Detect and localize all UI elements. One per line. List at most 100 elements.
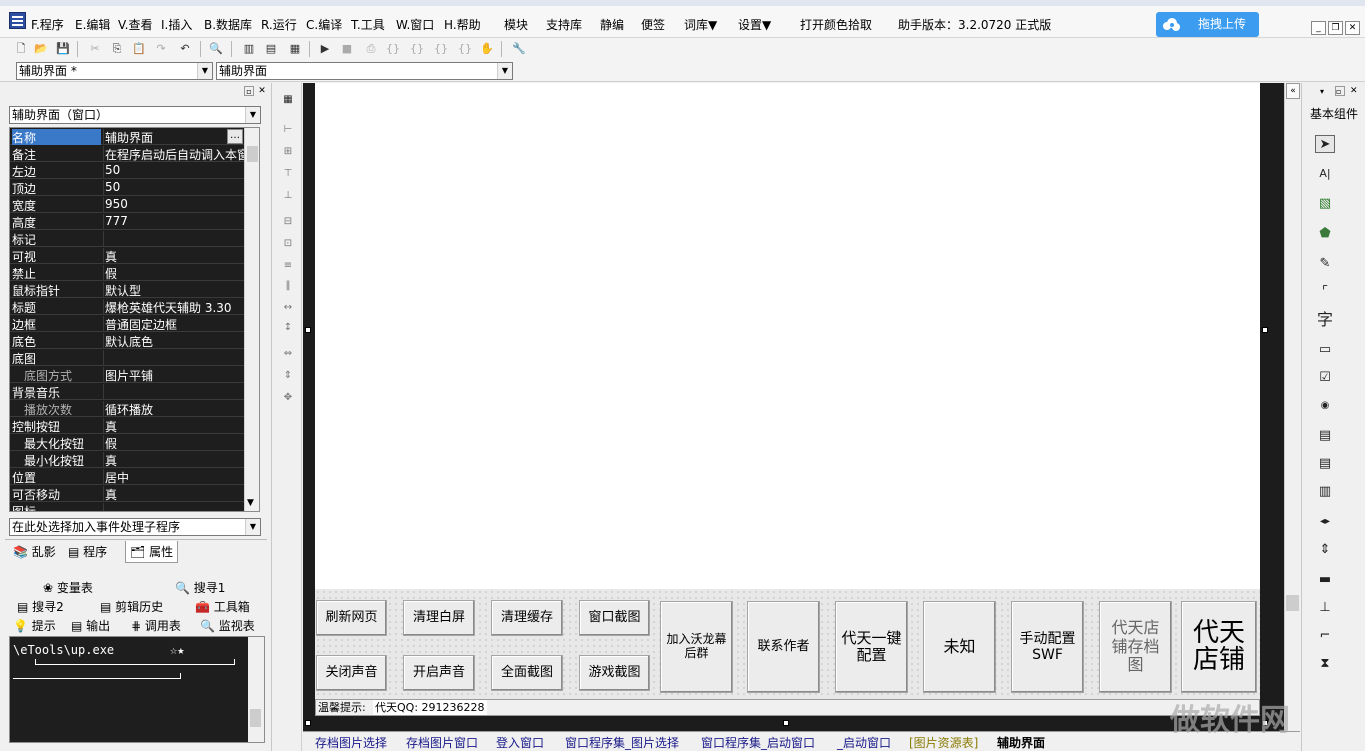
tab-clip-history[interactable]: ▤ 剪辑历史 (100, 598, 163, 615)
manual-swf-config-button[interactable]: 手动配置SWF (1011, 601, 1084, 693)
tab-control-icon[interactable]: ⌐ (1315, 627, 1335, 645)
hscroll-icon[interactable]: ◂▸ (1315, 513, 1335, 531)
property-value[interactable] (103, 384, 244, 400)
step-out-icon[interactable]: {} (432, 40, 450, 58)
scrollbar-thumb[interactable] (250, 709, 261, 727)
align-vcenter-icon[interactable]: ⊡ (280, 237, 296, 251)
radio-icon[interactable]: ◉ (1315, 397, 1335, 415)
new-file-icon[interactable]: 🗋 (12, 40, 30, 58)
property-row[interactable]: 背景音乐 (10, 383, 244, 400)
align-top-icon[interactable]: ⊤ (280, 167, 296, 181)
step-into-icon[interactable]: {} (384, 40, 402, 58)
full-screenshot-button[interactable]: 全面截图 (491, 655, 563, 691)
chevron-down-icon[interactable]: ▼ (245, 519, 260, 535)
property-value[interactable]: 默认底色 (103, 333, 244, 349)
property-row[interactable]: 可否移动 真 (10, 485, 244, 502)
cut-icon[interactable]: ✂ (86, 40, 104, 58)
center-h-icon[interactable]: ⇔ (280, 347, 296, 361)
layout-1-icon[interactable]: ▥ (240, 40, 258, 58)
object-selector[interactable]: 辅助界面（窗口） ▼ (9, 106, 261, 124)
event-selector[interactable]: 在此处选择加入事件处理子程序 ▼ (9, 518, 261, 536)
property-row[interactable]: 标记 (10, 230, 244, 247)
restore-icon[interactable]: ❐ (1328, 21, 1343, 35)
picture-box-icon[interactable]: ▧ (1315, 195, 1335, 213)
chevron-down-icon[interactable]: ▼ (497, 63, 512, 79)
center-v-icon[interactable]: ⇕ (280, 369, 296, 383)
shop-archive-image-button[interactable]: 代天店铺存档图 (1099, 601, 1172, 693)
property-row[interactable]: 左边 50 (10, 162, 244, 179)
edit-box-icon[interactable]: ✎ (1315, 255, 1335, 273)
tab-image-resources[interactable]: [图片资源表] (909, 734, 978, 751)
menu-edit[interactable]: E.编辑 (75, 16, 110, 33)
align-bottom-icon[interactable]: ⊥ (280, 189, 296, 203)
tab-toolbox[interactable]: 🧰 工具箱 (195, 598, 250, 615)
menu-settings[interactable]: 设置▼ (738, 16, 771, 33)
subroutine-selector[interactable]: 辅助界面 ▼ (216, 62, 513, 80)
property-value[interactable]: 777 (103, 214, 244, 230)
selectlist-icon[interactable]: ▥ (1315, 483, 1335, 501)
property-row[interactable]: 可视 真 (10, 247, 244, 264)
tab-window-set-start[interactable]: 窗口程序集_启动窗口 (701, 734, 815, 751)
slider-icon[interactable]: ⊥ (1315, 599, 1335, 617)
property-row[interactable]: 位置 居中 (10, 468, 244, 485)
property-value[interactable]: 50 (103, 180, 244, 196)
tab-hint[interactable]: 💡 提示 (13, 617, 56, 634)
tab-start-window[interactable]: _启动窗口 (837, 734, 891, 751)
property-row[interactable]: 播放次数 循环播放 (10, 400, 244, 417)
panel-close-icon[interactable]: ✕ (257, 86, 267, 96)
align-hcenter-icon[interactable]: ⊟ (280, 215, 296, 229)
panel-float-icon[interactable]: ▫ (244, 86, 254, 96)
run-icon[interactable]: ▶ (316, 40, 334, 58)
find-icon[interactable]: 🔍 (207, 40, 225, 58)
align-center-icon[interactable]: ⊞ (280, 145, 296, 159)
tab-helper-ui[interactable]: 辅助界面 (997, 734, 1045, 751)
same-height-icon[interactable]: ‖ (280, 279, 296, 293)
property-value[interactable]: 假 (103, 265, 244, 281)
collapse-icon[interactable]: « (1286, 83, 1300, 99)
property-value[interactable]: 50 (103, 163, 244, 179)
property-value[interactable]: 真 (103, 418, 244, 434)
chevron-down-icon[interactable]: ▼ (247, 498, 254, 508)
design-scrollbar[interactable]: « (1284, 83, 1300, 731)
shop-button[interactable]: 代天店铺 (1181, 601, 1257, 693)
property-value[interactable]: 默认型 (103, 282, 244, 298)
property-row[interactable]: 底图 (10, 349, 244, 366)
unmute-button[interactable]: 开启声音 (403, 655, 475, 691)
same-width-icon[interactable]: ≡ (280, 259, 296, 273)
form-canvas[interactable] (315, 83, 1260, 589)
groupbox-icon[interactable]: ⌜ (1315, 283, 1335, 301)
property-value[interactable]: 假 (103, 435, 244, 451)
property-value[interactable]: 居中 (103, 469, 244, 485)
menu-thesaurus[interactable]: 词库▼ (684, 16, 717, 33)
property-row[interactable]: 图标 (10, 502, 244, 511)
timer-icon[interactable]: ⧗ (1315, 655, 1335, 673)
property-value[interactable]: 真 (103, 452, 244, 468)
property-value[interactable]: 真 (103, 486, 244, 502)
property-value[interactable]: 普通固定边框 (103, 316, 244, 332)
redo-icon[interactable]: ↷ (152, 40, 170, 58)
listbox-icon[interactable]: ▤ (1315, 455, 1335, 473)
game-screenshot-button[interactable]: 游戏截图 (579, 655, 650, 691)
property-value[interactable]: 950 (103, 197, 244, 213)
menu-window[interactable]: W.窗口 (396, 16, 434, 33)
one-click-config-button[interactable]: 代天一键配置 (835, 601, 908, 693)
resize-handle[interactable] (1262, 327, 1268, 333)
menu-help[interactable]: H.帮助 (444, 16, 481, 33)
tab-support-lib[interactable]: 📚 乱影 (13, 543, 56, 560)
layout-3-icon[interactable]: ▦ (286, 40, 304, 58)
join-group-button[interactable]: 加入沃龙幕后群 (660, 601, 733, 693)
property-value[interactable] (103, 231, 244, 247)
menu-tools[interactable]: T.工具 (351, 16, 385, 33)
minimize-icon[interactable]: _ (1311, 21, 1326, 35)
debug-tool-icon[interactable]: 🔧 (510, 40, 528, 58)
property-scrollbar[interactable]: ▼ (244, 128, 259, 511)
space-v-icon[interactable]: ↕ (280, 321, 296, 335)
scrollbar-thumb[interactable] (247, 146, 258, 162)
output-window[interactable]: \eTools\up.exe ☆★ (9, 636, 265, 743)
open-folder-icon[interactable]: 📂 (32, 40, 50, 58)
tab-window-set-image[interactable]: 窗口程序集_图片选择 (565, 734, 679, 751)
shape-icon[interactable]: ⬟ (1315, 225, 1335, 243)
tab-watch[interactable]: 🔍 监视表 (200, 617, 255, 634)
chevron-down-icon[interactable]: ▼ (245, 107, 260, 123)
property-row[interactable]: 底图方式 图片平铺 (10, 366, 244, 383)
